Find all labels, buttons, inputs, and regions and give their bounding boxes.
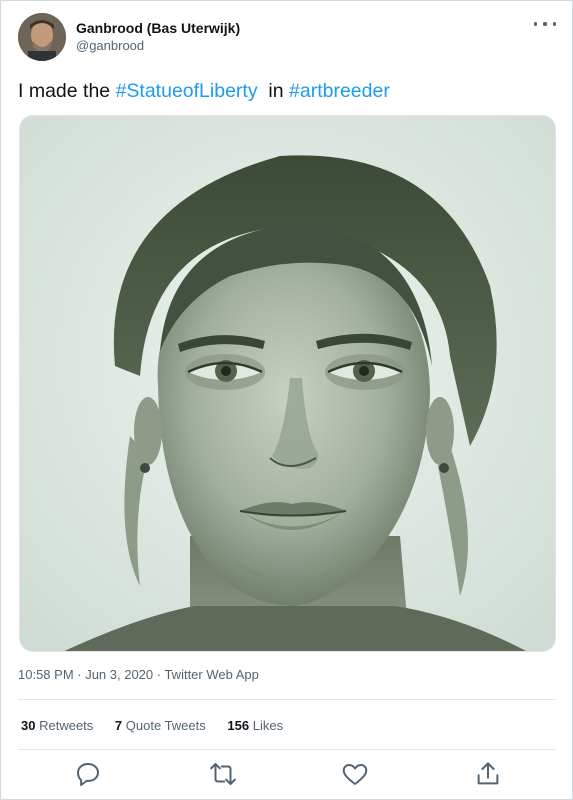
tweet-header: Ganbrood (Bas Uterwijk) @ganbrood [18, 13, 558, 61]
avatar-image [18, 13, 66, 61]
tweet-card: Ganbrood (Bas Uterwijk) @ganbrood I made… [0, 0, 573, 800]
portrait-image [20, 116, 555, 651]
retweets-count: 30 [21, 718, 36, 733]
divider [18, 749, 556, 750]
more-icon[interactable] [534, 17, 556, 31]
like-button[interactable] [340, 759, 370, 789]
more-dot [552, 22, 556, 26]
more-dot [534, 22, 538, 26]
quote-tweets-stat[interactable]: 7 Quote Tweets [115, 718, 206, 733]
retweet-icon [210, 763, 236, 785]
author-info: Ganbrood (Bas Uterwijk) @ganbrood [76, 19, 240, 55]
reply-icon [77, 763, 99, 786]
divider [18, 699, 556, 700]
reply-button[interactable] [73, 759, 103, 789]
tweet-text-prefix: I made the [18, 80, 116, 102]
retweets-label: Retweets [39, 718, 94, 733]
hashtag-artbreeder[interactable]: #artbreeder [289, 80, 390, 102]
tweet-timestamp[interactable]: 10:58 PM · Jun 3, 2020 · Twitter Web App [18, 667, 259, 682]
tweet-text-middle: in [257, 80, 290, 102]
likes-count: 156 [227, 718, 250, 733]
retweet-button[interactable] [208, 759, 238, 789]
retweets-stat[interactable]: 30 Retweets [21, 718, 93, 733]
tweet-stats: 30 Retweets 7 Quote Tweets 156 Likes [21, 718, 301, 733]
author-name[interactable]: Ganbrood (Bas Uterwijk) [76, 19, 240, 37]
share-button[interactable] [473, 759, 503, 789]
quote-tweets-count: 7 [114, 718, 123, 733]
tweet-actions [18, 757, 558, 791]
tweet-text: I made the #StatueofLiberty in #artbreed… [18, 78, 390, 104]
heart-icon [342, 764, 368, 785]
avatar[interactable] [18, 13, 66, 61]
likes-label: Likes [252, 718, 284, 733]
share-icon [477, 762, 499, 785]
more-dot [543, 22, 547, 26]
quote-tweets-label: Quote Tweets [125, 718, 206, 733]
likes-stat[interactable]: 156 Likes [227, 718, 283, 733]
tweet-media-image[interactable] [19, 115, 556, 652]
hashtag-statueofliberty[interactable]: #StatueofLiberty [116, 80, 258, 102]
author-handle[interactable]: @ganbrood [76, 37, 240, 55]
